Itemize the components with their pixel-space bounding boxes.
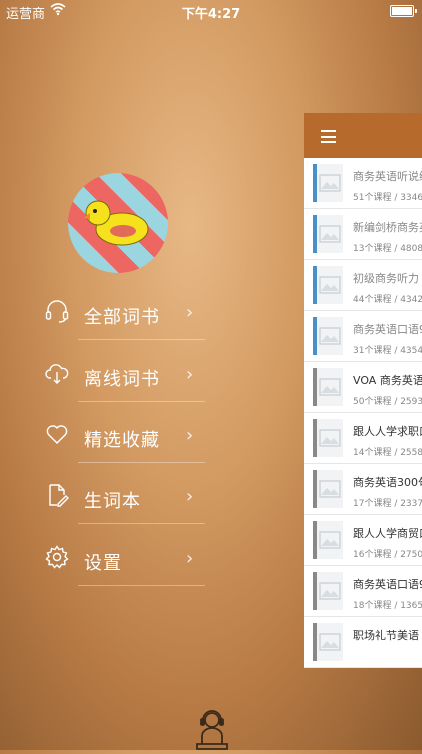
- cloud-download-icon: [44, 360, 70, 386]
- list-item[interactable]: 商务英语口语99 18个课程 / 13654人: [304, 566, 422, 617]
- panel-header: [304, 113, 422, 158]
- book-thumbnail: [317, 215, 343, 253]
- course-meta: 17个课程 / 23375人: [353, 499, 422, 509]
- course-meta: 14个课程 / 25582人: [353, 448, 422, 458]
- list-item[interactable]: 初级商务听力 44个课程 / 43429人: [304, 260, 422, 311]
- headphones-icon: [44, 298, 70, 324]
- book-thumbnail: [317, 572, 343, 610]
- image-placeholder-icon: [319, 327, 341, 345]
- course-list: 商务英语听说练 51个课程 / 33464人新编剑桥商务英 13个课程 / 4808…: [304, 158, 422, 668]
- battery-icon: [390, 5, 417, 17]
- course-title: 商务英语口语90: [353, 323, 422, 336]
- course-meta: 31个课程 / 43546人: [353, 346, 422, 356]
- course-title: 商务英语口语99: [353, 578, 422, 591]
- divider: [78, 523, 205, 524]
- course-title: 新编剑桥商务英: [353, 221, 422, 234]
- gear-icon: [44, 544, 70, 570]
- menu-label-vocab-book: 生词本: [84, 491, 141, 512]
- headset-person-icon[interactable]: [193, 708, 231, 750]
- list-item[interactable]: 跟人人学求职口 14个课程 / 25582人: [304, 413, 422, 464]
- course-title: VOA 商务英语: [353, 374, 422, 387]
- course-meta: 51个课程 / 33464人: [353, 193, 422, 203]
- book-thumbnail: [317, 470, 343, 508]
- chevron-right-icon: ›: [186, 548, 194, 569]
- avatar[interactable]: [68, 173, 168, 273]
- image-placeholder-icon: [319, 225, 341, 243]
- menu-item-all-books[interactable]: 全部词书 ›: [40, 284, 205, 340]
- book-thumbnail: [317, 521, 343, 559]
- book-thumbnail: [317, 317, 343, 355]
- chevron-right-icon: ›: [186, 486, 194, 507]
- image-placeholder-icon: [319, 480, 341, 498]
- list-item[interactable]: 职场礼节美语: [304, 617, 422, 668]
- list-item[interactable]: 商务英语300句 17个课程 / 23375人: [304, 464, 422, 515]
- image-placeholder-icon: [319, 378, 341, 396]
- course-title: 跟人人学商贸口: [353, 527, 422, 540]
- course-meta: 16个课程 / 27500人: [353, 550, 422, 560]
- menu-item-favorites[interactable]: 精选收藏 ›: [40, 407, 205, 463]
- status-bar: 运营商 下午4:27: [0, 0, 422, 22]
- course-meta: 44个课程 / 43429人: [353, 295, 422, 305]
- course-meta: 13个课程 / 48082人: [353, 244, 422, 254]
- divider: [78, 462, 205, 463]
- menu-label-all-books: 全部词书: [84, 307, 160, 328]
- menu-item-vocab-book[interactable]: 生词本 ›: [40, 468, 205, 524]
- list-item[interactable]: 商务英语口语90 31个课程 / 43546人: [304, 311, 422, 362]
- list-item[interactable]: VOA 商务英语 50个课程 / 25936人: [304, 362, 422, 413]
- course-title: 商务英语300句: [353, 476, 422, 489]
- list-item[interactable]: 商务英语听说练 51个课程 / 33464人: [304, 158, 422, 209]
- course-title: 职场礼节美语: [353, 629, 419, 642]
- list-item[interactable]: 跟人人学商贸口 16个课程 / 27500人: [304, 515, 422, 566]
- divider: [78, 401, 205, 402]
- menu-toggle-icon[interactable]: [321, 130, 336, 143]
- image-placeholder-icon: [319, 582, 341, 600]
- course-title: 商务英语听说练: [353, 170, 422, 183]
- heart-icon: [44, 421, 70, 447]
- book-thumbnail: [317, 623, 343, 661]
- chevron-right-icon: ›: [186, 302, 194, 323]
- status-time: 下午4:27: [181, 7, 241, 22]
- divider: [78, 585, 205, 586]
- course-meta: 18个课程 / 13654人: [353, 601, 422, 611]
- list-item[interactable]: 新编剑桥商务英 13个课程 / 48082人: [304, 209, 422, 260]
- book-thumbnail: [317, 266, 343, 304]
- menu-label-settings: 设置: [84, 553, 122, 574]
- book-thumbnail: [317, 164, 343, 202]
- menu-item-settings[interactable]: 设置 ›: [40, 530, 205, 586]
- menu-label-offline-books: 离线词书: [84, 369, 160, 390]
- edit-document-icon: [44, 482, 70, 508]
- image-placeholder-icon: [319, 531, 341, 549]
- image-placeholder-icon: [319, 429, 341, 447]
- book-thumbnail: [317, 368, 343, 406]
- menu-item-offline-books[interactable]: 离线词书 ›: [40, 346, 205, 402]
- image-placeholder-icon: [319, 276, 341, 294]
- content-panel: 商务英语听说练 51个课程 / 33464人新编剑桥商务英 13个课程 / 4808…: [304, 113, 422, 668]
- course-title: 初级商务听力: [353, 272, 419, 285]
- image-placeholder-icon: [319, 633, 341, 651]
- course-meta: 50个课程 / 25936人: [353, 397, 422, 407]
- duck-icon: [84, 200, 149, 246]
- chevron-right-icon: ›: [186, 425, 194, 446]
- image-placeholder-icon: [319, 174, 341, 192]
- book-thumbnail: [317, 419, 343, 457]
- course-title: 跟人人学求职口: [353, 425, 422, 438]
- divider: [78, 339, 205, 340]
- menu-label-favorites: 精选收藏: [84, 430, 160, 451]
- chevron-right-icon: ›: [186, 364, 194, 385]
